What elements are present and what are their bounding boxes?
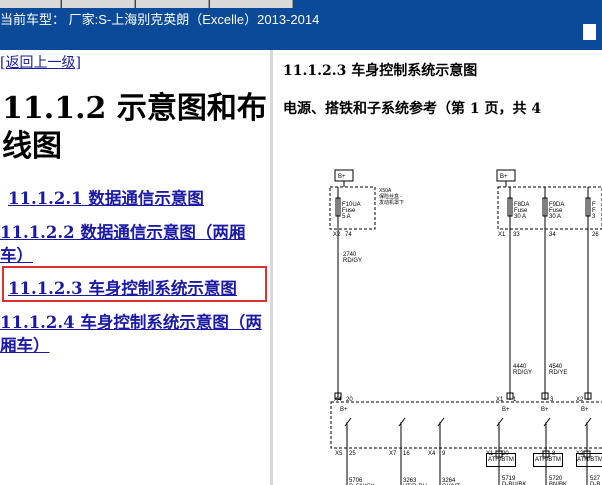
ath-row: ATH/BTM ATH/BTM ATH/BTM (273, 453, 602, 485)
selection-highlight (2, 266, 267, 302)
bplus-pin-d: B+ (581, 407, 589, 413)
app-logo-icon (583, 24, 596, 40)
conn-x2b: X2 (576, 397, 584, 403)
conn-20a: 20 (346, 397, 353, 403)
ath-label-2: ATH/BTM (533, 453, 563, 467)
toolbar-tab-3[interactable] (136, 0, 209, 8)
nav-item-body-control-hatchback[interactable]: 11.1.2.4 车身控制系统示意图（两厢车） (0, 311, 262, 357)
fuse2-rating: 30 A (514, 214, 526, 220)
conn-34: 34 (549, 232, 556, 238)
conn-74: 74 (345, 232, 352, 238)
toolbar-tab-1[interactable] (0, 0, 61, 8)
conn-x1b: X1 (496, 397, 504, 403)
vehicle-title: 当前车型： 厂家:S-上海别克英朗（Excelle）2013-2014 (0, 12, 320, 27)
wire1-color: RD/GY (343, 258, 362, 264)
back-link[interactable]: [返回上一级] (0, 52, 81, 72)
conn-x1a: X1 (498, 232, 506, 238)
bplus-label-2: B+ (500, 174, 508, 180)
conn-x4: X4 (334, 397, 342, 403)
conn-26: 26 (592, 232, 599, 238)
bplus-pin-b: B+ (502, 407, 510, 413)
content-title: 11.1.2.3 车身控制系统示意图 (283, 63, 478, 79)
wire2-color: RD/GY (513, 370, 532, 376)
wire3-color: RD/YE (549, 370, 567, 376)
conn-33: 33 (513, 232, 520, 238)
wiring-diagram: B+ B+ F10UA Fuse 5 A X50A 保险丝盒 - 发动机罩下 F… (329, 169, 602, 485)
bplus-pin-c: B+ (541, 407, 549, 413)
ath-label-3: ATH/BTM (576, 453, 602, 467)
fuse4-rating: 3 (592, 214, 596, 220)
nav-item-data-comm-hatchback[interactable]: 11.1.2.2 数据通信示意图（两厢车） (0, 221, 262, 267)
bcm-box (330, 401, 602, 449)
content-subtitle: 电源、搭铁和子系统参考（第 1 页，共 4 (283, 101, 542, 117)
nav-item-data-comm[interactable]: 11.1.2.1 数据通信示意图 (8, 187, 270, 210)
fuse1-note2: 保险丝盒 - (379, 193, 402, 200)
fuse3-rating: 30 A (549, 214, 561, 220)
fuse1-note3: 发动机罩下 (379, 199, 404, 206)
fuse1-rating: 5 A (342, 214, 351, 220)
toolbar-tab-4[interactable] (210, 0, 293, 8)
content-pane: 11.1.2.3 车身控制系统示意图 电源、搭铁和子系统参考（第 1 页，共 4 (273, 50, 602, 485)
bplus-pin-a: B+ (340, 407, 348, 413)
sidebar: [返回上一级] 11.1.2 示意图和布线图 11.1.2.1 数据通信示意图 … (0, 50, 270, 485)
section-heading: 11.1.2 示意图和布线图 (2, 91, 267, 164)
conn-x2: X2 (333, 232, 341, 238)
bplus-label-1: B+ (338, 174, 346, 180)
title-bar: 当前车型： 厂家:S-上海别克英朗（Excelle）2013-2014 (0, 0, 602, 50)
ath-label-1: ATH/BTM (486, 453, 516, 467)
toolbar-tab-2[interactable] (62, 0, 135, 8)
